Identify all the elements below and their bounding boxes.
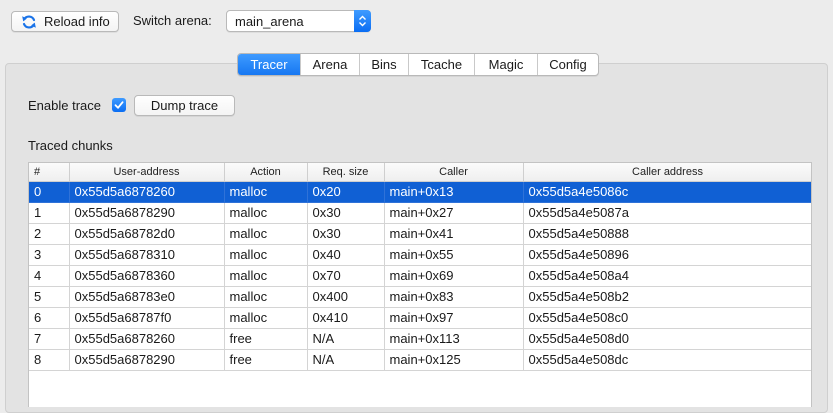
cell-req-size: 0x30	[307, 202, 385, 224]
cell-caller-address: 0x55d5a4e50896	[523, 244, 811, 266]
cell-caller-address: 0x55d5a4e5086c	[523, 181, 811, 203]
table-row[interactable]: 4 0x55d5a6878360 malloc 0x70 main+0x69 0x55d5…	[29, 265, 811, 287]
cell-caller-address: 0x55d5a4e508dc	[523, 349, 811, 371]
cell-caller: main+0x13	[384, 181, 524, 203]
cell-user-address: 0x55d5a68783e0	[69, 286, 225, 308]
switch-arena-label: Switch arena:	[133, 13, 212, 28]
cell-index: 4	[29, 265, 70, 287]
table-row[interactable]: 1 0x55d5a6878290 malloc 0x30 main+0x27 0x55d5…	[29, 202, 811, 224]
table-row[interactable]: 2 0x55d5a68782d0 malloc 0x30 main+0x41 0x55d5…	[29, 223, 811, 245]
arena-select[interactable]: main_arena	[226, 10, 371, 32]
cell-caller: main+0x97	[384, 307, 524, 329]
column-header-action[interactable]: Action	[224, 163, 308, 182]
cell-action: malloc	[224, 286, 308, 308]
tab-config[interactable]: Config	[537, 54, 598, 75]
cell-caller-address: 0x55d5a4e508b2	[523, 286, 811, 308]
cell-index: 2	[29, 223, 70, 245]
cell-user-address: 0x55d5a6878290	[69, 349, 225, 371]
cell-user-address: 0x55d5a68782d0	[69, 223, 225, 245]
cell-req-size: 0x30	[307, 223, 385, 245]
cell-req-size: 0x400	[307, 286, 385, 308]
column-header-caller-address[interactable]: Caller address	[523, 163, 811, 182]
column-header-caller[interactable]: Caller	[384, 163, 524, 182]
reload-info-label: Reload info	[44, 14, 110, 29]
cell-caller: main+0x125	[384, 349, 524, 371]
cell-index: 3	[29, 244, 70, 266]
cell-caller: main+0x41	[384, 223, 524, 245]
cell-req-size: N/A	[307, 349, 385, 371]
cell-index: 5	[29, 286, 70, 308]
cell-action: malloc	[224, 181, 308, 203]
traced-chunks-label: Traced chunks	[28, 138, 113, 153]
toolbar: Reload info Switch arena: main_arena	[0, 0, 833, 44]
cell-action: malloc	[224, 265, 308, 287]
cell-user-address: 0x55d5a6878260	[69, 328, 225, 350]
tab-tcache[interactable]: Tcache	[408, 54, 474, 75]
cell-action: malloc	[224, 202, 308, 224]
cell-caller: main+0x113	[384, 328, 524, 350]
cell-req-size: 0x410	[307, 307, 385, 329]
cell-action: malloc	[224, 223, 308, 245]
cell-index: 1	[29, 202, 70, 224]
tab-tracer[interactable]: Tracer	[238, 54, 300, 75]
cell-caller-address: 0x55d5a4e508c0	[523, 307, 811, 329]
chevron-updown-icon	[354, 10, 371, 32]
arena-select-value: main_arena	[235, 14, 304, 29]
table-row[interactable]: 0 0x55d5a6878260 malloc 0x20 main+0x13 0x55d5…	[29, 181, 811, 203]
cell-caller: main+0x55	[384, 244, 524, 266]
dump-trace-button[interactable]: Dump trace	[134, 95, 235, 116]
cell-index: 0	[29, 181, 70, 203]
cell-user-address: 0x55d5a6878290	[69, 202, 225, 224]
cell-index: 7	[29, 328, 70, 350]
table-row[interactable]: 6 0x55d5a68787f0 malloc 0x410 main+0x97 0x55d…	[29, 307, 811, 329]
cell-user-address: 0x55d5a6878260	[69, 181, 225, 203]
column-header-user-address[interactable]: User-address	[69, 163, 225, 182]
cell-user-address: 0x55d5a6878310	[69, 244, 225, 266]
cell-action: free	[224, 349, 308, 371]
column-header-index[interactable]: #	[29, 163, 70, 182]
cell-index: 8	[29, 349, 70, 371]
cell-caller-address: 0x55d5a4e508d0	[523, 328, 811, 350]
table-row[interactable]: 5 0x55d5a68783e0 malloc 0x400 main+0x83 0x55d…	[29, 286, 811, 308]
table-row[interactable]: 7 0x55d5a6878260 free N/A main+0x113 0x55d5a4…	[29, 328, 811, 350]
tab-magic[interactable]: Magic	[474, 54, 537, 75]
cell-req-size: 0x20	[307, 181, 385, 203]
traced-chunks-table[interactable]: # User-address Action Req. size Caller C…	[28, 162, 812, 407]
cell-caller-address: 0x55d5a4e5087a	[523, 202, 811, 224]
cell-caller-address: 0x55d5a4e50888	[523, 223, 811, 245]
cell-caller-address: 0x55d5a4e508a4	[523, 265, 811, 287]
column-header-req-size[interactable]: Req. size	[307, 163, 385, 182]
cell-action: free	[224, 328, 308, 350]
refresh-arrows-icon	[21, 14, 37, 30]
tab-arena[interactable]: Arena	[300, 54, 359, 75]
cell-index: 6	[29, 307, 70, 329]
table-header-row: # User-address Action Req. size Caller C…	[29, 163, 811, 182]
checkmark-icon	[114, 101, 124, 109]
enable-trace-checkbox[interactable]	[112, 98, 126, 112]
cell-user-address: 0x55d5a6878360	[69, 265, 225, 287]
cell-caller: main+0x69	[384, 265, 524, 287]
tab-bar: Tracer Arena Bins Tcache Magic Config	[237, 53, 599, 76]
reload-info-button[interactable]: Reload info	[11, 11, 119, 32]
cell-caller: main+0x27	[384, 202, 524, 224]
cell-req-size: 0x40	[307, 244, 385, 266]
enable-trace-label: Enable trace	[28, 98, 101, 113]
tab-bins[interactable]: Bins	[359, 54, 408, 75]
cell-caller: main+0x83	[384, 286, 524, 308]
cell-action: malloc	[224, 244, 308, 266]
table-row[interactable]: 8 0x55d5a6878290 free N/A main+0x125 0x55d5a4…	[29, 349, 811, 371]
cell-req-size: 0x70	[307, 265, 385, 287]
table-row[interactable]: 3 0x55d5a6878310 malloc 0x40 main+0x55 0x55d5…	[29, 244, 811, 266]
cell-req-size: N/A	[307, 328, 385, 350]
cell-action: malloc	[224, 307, 308, 329]
cell-user-address: 0x55d5a68787f0	[69, 307, 225, 329]
